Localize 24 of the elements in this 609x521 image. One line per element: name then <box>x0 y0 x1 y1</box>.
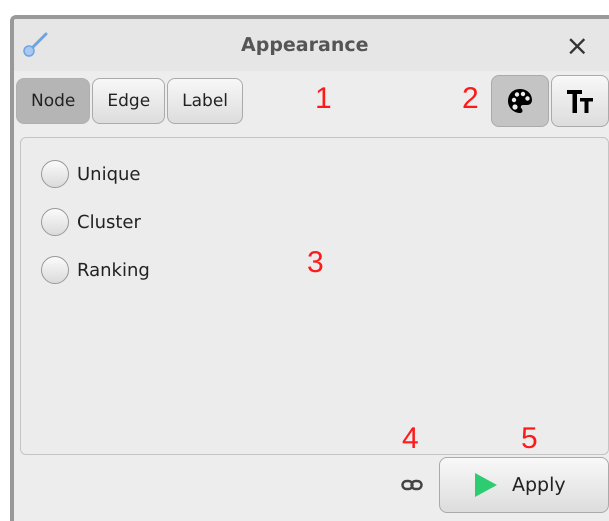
brush-icon <box>22 32 48 58</box>
window-title: Appearance <box>240 34 370 56</box>
size-tab[interactable] <box>551 75 609 127</box>
callout-number: 2 <box>462 82 479 116</box>
option-label[interactable]: Ranking <box>77 260 150 280</box>
radio-button[interactable] <box>41 160 69 188</box>
chain-link-icon[interactable] <box>401 479 423 491</box>
text-size-icon <box>566 88 594 114</box>
radio-button[interactable] <box>41 208 69 236</box>
play-icon <box>474 472 498 498</box>
callout-number: 4 <box>402 422 419 456</box>
tab[interactable]: Node <box>16 78 90 124</box>
callout-number: 5 <box>521 422 538 456</box>
callout-number: 3 <box>307 246 324 280</box>
option-label[interactable]: Unique <box>77 164 140 184</box>
radio-button[interactable] <box>41 256 69 284</box>
close-button[interactable]: × <box>562 28 593 62</box>
tab[interactable]: Edge <box>92 78 166 124</box>
tab[interactable]: Label <box>167 78 244 124</box>
option-label[interactable]: Cluster <box>77 212 141 232</box>
apply-button[interactable]: Apply <box>439 457 609 513</box>
palette-icon <box>506 87 534 115</box>
color-tab[interactable] <box>491 75 549 127</box>
callout-number: 1 <box>315 82 332 116</box>
